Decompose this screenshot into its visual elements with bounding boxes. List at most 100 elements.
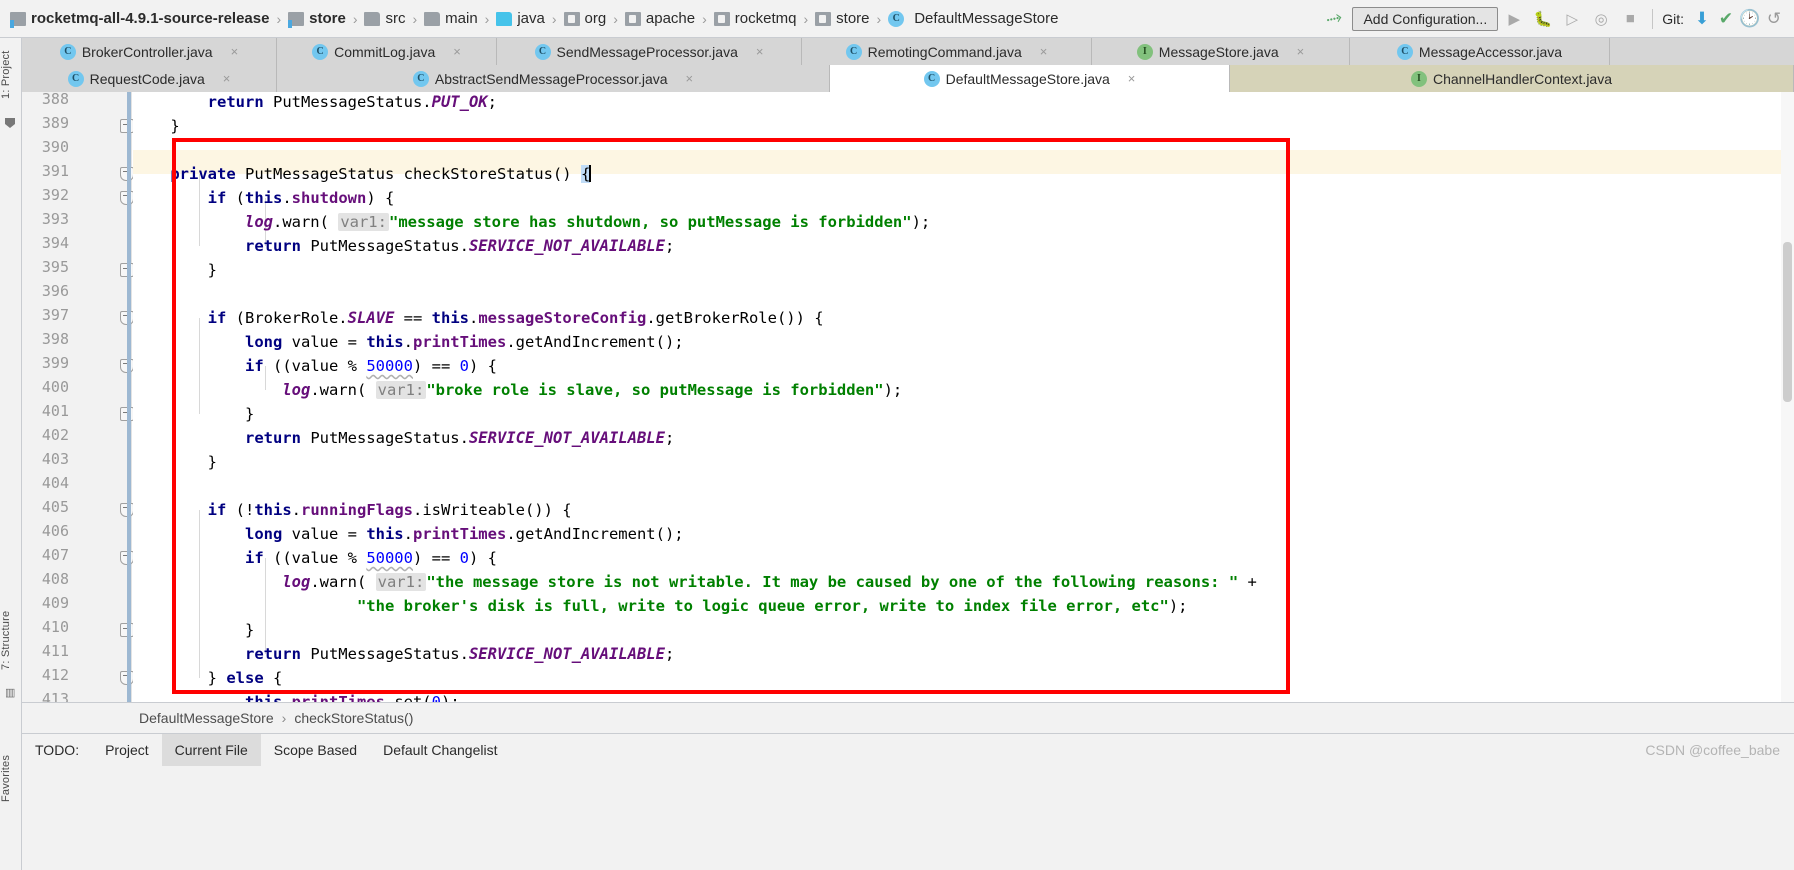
breadcrumb-item-class[interactable]: C DefaultMessageStore: [888, 0, 1058, 37]
breadcrumb-separator: ›: [613, 10, 618, 27]
code-line-400: log.warn( var1: "broke role is slave, so …: [282, 381, 903, 399]
breadcrumb-item-project[interactable]: rocketmq-all-4.9.1-source-release: [10, 0, 269, 37]
breadcrumb-item-src[interactable]: src: [364, 0, 405, 37]
editor-scrollbar-track[interactable]: [1781, 92, 1794, 702]
tab-send-message-processor[interactable]: C SendMessageProcessor.java ×: [497, 38, 802, 65]
todo-filter-project[interactable]: Project: [92, 734, 162, 766]
line-number: 392: [41, 186, 69, 204]
breadcrumb-item-org[interactable]: org: [563, 0, 607, 37]
run-icon[interactable]: ▶: [1501, 6, 1527, 32]
tab-default-message-store[interactable]: C DefaultMessageStore.java ×: [830, 65, 1230, 92]
folder-icon: [364, 11, 381, 26]
changed-lines-marker[interactable]: [127, 182, 131, 702]
changed-lines-marker[interactable]: [127, 92, 131, 182]
editor-tab-row-1: C BrokerController.java × C CommitLog.ja…: [22, 38, 1794, 65]
sidebar-item-structure[interactable]: 7: Structure: [0, 598, 22, 682]
tab-message-store[interactable]: I MessageStore.java ×: [1092, 38, 1350, 65]
code-editor[interactable]: 388 389 390 391 392 393 394 395 396 397 …: [22, 92, 1794, 702]
tab-label: RemotingCommand.java: [867, 43, 1022, 60]
line-number: 393: [41, 210, 69, 228]
editor-scrollbar-thumb[interactable]: [1783, 242, 1792, 402]
tab-channel-handler-context[interactable]: I ChannelHandlerContext.java: [1230, 65, 1794, 92]
breadcrumb-class[interactable]: DefaultMessageStore: [139, 710, 274, 726]
close-icon[interactable]: ×: [231, 44, 239, 59]
breadcrumb-item-main[interactable]: main: [424, 0, 478, 37]
breadcrumb-item-store-pkg[interactable]: store: [815, 0, 870, 37]
tab-label: RequestCode.java: [89, 70, 205, 87]
class-icon: C: [1396, 43, 1413, 60]
close-icon[interactable]: ×: [1040, 44, 1048, 59]
editor-gutter[interactable]: 388 389 390 391 392 393 394 395 396 397 …: [22, 92, 134, 702]
code-line-388: return PutMessageStatus.PUT_OK;: [207, 93, 497, 111]
close-icon[interactable]: ×: [756, 44, 764, 59]
update-project-icon[interactable]: ⬇: [1690, 7, 1714, 31]
main-toolbar: rocketmq-all-4.9.1-source-release › stor…: [0, 0, 1794, 38]
line-number: 412: [41, 666, 69, 684]
code-line-406: long value = this.printTimes.getAndIncre…: [244, 525, 684, 543]
rollback-icon[interactable]: ↺: [1762, 7, 1786, 31]
commit-icon[interactable]: ✔: [1714, 7, 1738, 31]
close-icon[interactable]: ×: [1128, 71, 1136, 86]
code-line-389: }: [133, 117, 180, 135]
debug-icon[interactable]: 🐛: [1530, 6, 1556, 32]
sidebar-item-favorites[interactable]: Favorites: [0, 738, 22, 818]
breadcrumb-separator: ›: [352, 10, 358, 27]
sidebar-item-project[interactable]: 1: Project: [0, 40, 22, 110]
breadcrumb-label: org: [584, 10, 607, 27]
line-number: 411: [41, 642, 69, 660]
code-line-395: }: [133, 261, 217, 279]
breadcrumb-item-module-store[interactable]: store: [288, 0, 346, 37]
code-line-405: if (!this.runningFlags.isWriteable()) {: [207, 501, 572, 519]
tab-abstract-send-message-processor[interactable]: C AbstractSendMessageProcessor.java ×: [277, 65, 830, 92]
line-number: 401: [41, 402, 69, 420]
todo-filter-current-file[interactable]: Current File: [161, 734, 261, 766]
class-icon: C: [923, 70, 940, 87]
structure-icon[interactable]: [5, 686, 15, 700]
breadcrumb-method[interactable]: checkStoreStatus(): [294, 710, 413, 726]
tab-request-code[interactable]: C RequestCode.java ×: [22, 65, 277, 92]
interface-icon: I: [1411, 70, 1427, 87]
breadcrumb-label: src: [385, 10, 406, 27]
breadcrumb: rocketmq-all-4.9.1-source-release › stor…: [0, 0, 1058, 37]
run-configuration-selector[interactable]: Add Configuration...: [1352, 6, 1499, 31]
close-icon[interactable]: ×: [453, 44, 461, 59]
code-line-403: }: [133, 453, 217, 471]
class-icon: C: [534, 43, 551, 60]
code-line-392: if (this.shutdown) {: [207, 189, 395, 207]
close-icon[interactable]: ×: [686, 71, 694, 86]
line-number: 408: [41, 570, 69, 588]
toolbar-divider: [1652, 8, 1654, 29]
package-icon: [624, 11, 641, 26]
breadcrumb-item-apache[interactable]: apache: [624, 0, 695, 37]
breadcrumb-separator: ›: [412, 10, 418, 27]
profiler-icon[interactable]: ◎: [1588, 6, 1614, 32]
editor-breadcrumb-bar: DefaultMessageStore › checkStoreStatus(): [22, 702, 1794, 733]
code-line-407: if ((value % 50000) == 0) {: [244, 549, 497, 567]
line-number: 394: [41, 234, 69, 252]
code-line-394: return PutMessageStatus.SERVICE_NOT_AVAI…: [244, 237, 675, 255]
tab-message-accessor[interactable]: C MessageAccessor.java: [1350, 38, 1610, 65]
todo-filter-scope-based[interactable]: Scope Based: [261, 734, 370, 766]
close-icon[interactable]: ×: [1297, 44, 1305, 59]
line-number: 407: [41, 546, 69, 564]
run-with-coverage-icon[interactable]: ▷: [1559, 6, 1585, 32]
watermark: CSDN @coffee_babe: [1645, 742, 1780, 758]
tab-remoting-command[interactable]: C RemotingCommand.java ×: [802, 38, 1092, 65]
close-icon[interactable]: ×: [223, 71, 231, 86]
breadcrumb-item-rocketmq[interactable]: rocketmq: [713, 0, 796, 37]
history-icon[interactable]: 🕑: [1738, 7, 1762, 31]
tab-broker-controller[interactable]: C BrokerController.java ×: [22, 38, 277, 65]
code-content[interactable]: return PutMessageStatus.PUT_OK; } privat…: [133, 92, 1794, 702]
git-label: Git:: [1662, 10, 1684, 27]
code-line-412: } else {: [133, 669, 283, 687]
class-icon: C: [312, 43, 329, 60]
stop-icon[interactable]: ■: [1617, 6, 1643, 32]
class-icon: C: [67, 70, 84, 87]
breadcrumb-item-java[interactable]: java: [496, 0, 545, 37]
back-arrow-icon[interactable]: ⤑: [1324, 6, 1344, 32]
project-collapse-icon[interactable]: [5, 118, 15, 128]
tab-commit-log[interactable]: C CommitLog.java ×: [277, 38, 497, 65]
todo-filter-default-changelist[interactable]: Default Changelist: [370, 734, 510, 766]
class-icon: C: [412, 70, 429, 87]
